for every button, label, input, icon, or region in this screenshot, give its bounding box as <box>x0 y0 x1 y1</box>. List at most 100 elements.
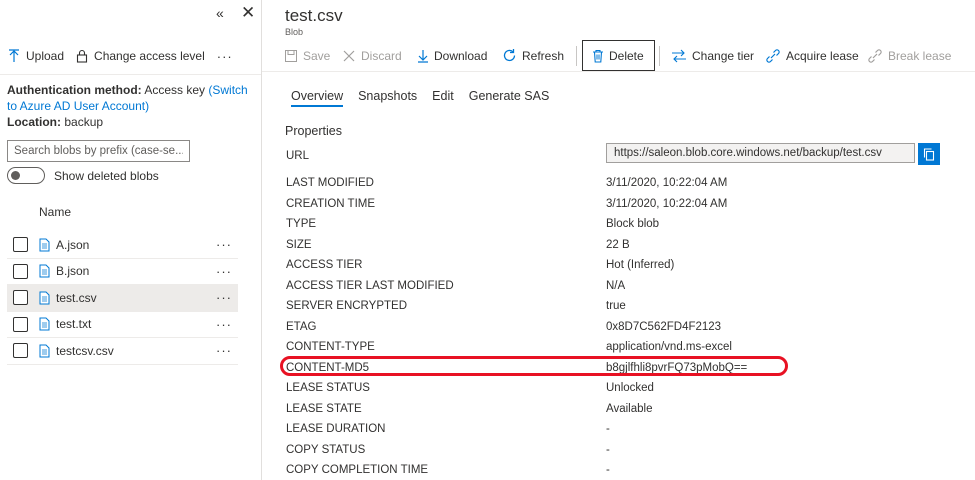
list-item[interactable]: A.json ··· <box>7 232 238 259</box>
property-row: LEASE DURATION - <box>286 420 946 441</box>
property-row: COPY STATUS - <box>286 441 946 462</box>
tab-generate-sas[interactable]: Generate SAS <box>469 89 550 107</box>
blob-tabs: Overview Snapshots Edit Generate SAS <box>291 89 564 107</box>
row-more-button[interactable]: ··· <box>216 264 232 279</box>
file-name: A.json <box>56 237 90 252</box>
property-row: ACCESS TIER LAST MODIFIED N/A <box>286 277 946 298</box>
tab-snapshots[interactable]: Snapshots <box>358 89 417 107</box>
property-value: Available <box>606 402 653 415</box>
property-value: - <box>606 423 610 435</box>
property-row: ETAG 0x8D7C562FD4F2123 <box>286 318 946 339</box>
discard-label: Discard <box>361 48 402 63</box>
save-icon <box>285 49 297 62</box>
list-item[interactable]: test.csv ··· <box>7 285 238 312</box>
property-key: ACCESS TIER LAST MODIFIED <box>286 279 454 292</box>
break-lease-button[interactable]: Break lease <box>867 40 951 71</box>
refresh-icon <box>503 49 516 62</box>
upload-button[interactable]: Upload <box>8 49 64 63</box>
save-label: Save <box>303 48 331 63</box>
download-icon <box>418 49 428 63</box>
blob-list: Name A.json ··· B.json ··· test.csv ··· … <box>7 205 238 365</box>
property-value: - <box>606 464 610 476</box>
list-item[interactable]: B.json ··· <box>7 259 238 285</box>
property-row-content-md5: CONTENT-MD5 b8gjlfhli8pvrFQ73pMobQ== <box>286 359 946 380</box>
row-checkbox[interactable] <box>13 290 28 306</box>
save-button[interactable]: Save <box>284 40 330 71</box>
property-row: SIZE 22 B <box>286 236 946 257</box>
divider <box>0 74 261 75</box>
change-access-level-label: Change access level <box>94 49 205 63</box>
search-blobs-input[interactable] <box>7 140 190 162</box>
file-icon <box>39 291 50 305</box>
properties-heading: Properties <box>285 124 342 138</box>
download-label: Download <box>434 48 488 63</box>
list-item[interactable]: test.txt ··· <box>7 312 238 338</box>
property-key: CONTENT-MD5 <box>286 361 370 374</box>
property-key: LEASE DURATION <box>286 423 386 435</box>
discard-button[interactable]: Discard <box>342 40 402 71</box>
acquire-lease-button[interactable]: Acquire lease <box>765 40 859 71</box>
delete-button[interactable]: Delete <box>582 40 655 71</box>
row-checkbox[interactable] <box>13 343 28 359</box>
property-row-url: URL https://saleon.blob.core.windows.net… <box>286 143 946 174</box>
file-icon <box>39 317 50 331</box>
property-key: LEASE STATE <box>286 402 362 415</box>
row-checkbox[interactable] <box>13 237 28 253</box>
blob-toolbar: Save Discard Download Refresh Delete Cha… <box>262 40 975 72</box>
copy-to-clipboard-button[interactable] <box>918 143 940 165</box>
list-item[interactable]: testcsv.csv ··· <box>7 338 238 365</box>
property-key: CREATION TIME <box>286 197 376 210</box>
download-button[interactable]: Download <box>417 40 487 71</box>
property-value: Unlocked <box>606 382 654 394</box>
upload-label: Upload <box>26 49 65 63</box>
tab-overview[interactable]: Overview <box>291 89 344 107</box>
property-value: Block blob <box>606 218 660 230</box>
show-deleted-label: Show deleted blobs <box>54 169 159 183</box>
acquire-lease-label: Acquire lease <box>786 48 859 63</box>
lease-link-icon <box>766 48 780 63</box>
property-key: SERVER ENCRYPTED <box>286 300 407 312</box>
page-subtitle: Blob <box>285 27 304 37</box>
trash-icon <box>593 49 603 63</box>
change-access-level-button[interactable]: Change access level <box>76 49 205 63</box>
location-label: Location: <box>7 115 61 129</box>
change-tier-button[interactable]: Change tier <box>671 40 754 71</box>
property-value: N/A <box>606 279 626 292</box>
property-value: b8gjlfhli8pvrFQ73pMobQ== <box>606 361 748 374</box>
property-key: TYPE <box>286 218 317 230</box>
show-deleted-toggle[interactable] <box>7 167 45 184</box>
refresh-button[interactable]: Refresh <box>502 40 564 71</box>
property-key: URL <box>286 150 310 162</box>
file-icon <box>39 238 50 252</box>
property-value: - <box>606 443 610 456</box>
blob-list-panel: « ✕ Upload Change access level ··· Authe… <box>0 0 262 480</box>
property-row: LEASE STATUS Unlocked <box>286 379 946 400</box>
row-checkbox[interactable] <box>13 263 28 279</box>
toolbar-divider <box>659 46 660 66</box>
page-title: test.csv <box>285 6 343 25</box>
tab-edit[interactable]: Edit <box>432 89 454 107</box>
property-value: 3/11/2020, 10:22:04 AM <box>606 197 728 210</box>
url-field[interactable]: https://saleon.blob.core.windows.net/bac… <box>606 143 915 163</box>
swap-arrows-icon <box>672 49 686 62</box>
container-toolbar: Upload Change access level ··· <box>8 44 253 68</box>
property-key: SIZE <box>286 238 312 251</box>
property-value: 0x8D7C562FD4F2123 <box>606 320 722 333</box>
location-value: backup <box>64 115 104 129</box>
break-link-icon <box>868 48 882 63</box>
close-icon[interactable]: ✕ <box>241 4 255 22</box>
property-value: Hot (Inferred) <box>606 259 675 271</box>
name-column-header[interactable]: Name <box>7 205 238 223</box>
row-more-button[interactable]: ··· <box>216 343 232 358</box>
more-options-button[interactable]: ··· <box>217 49 233 64</box>
toolbar-divider <box>576 46 577 66</box>
file-name: B.json <box>56 264 90 279</box>
property-key: COPY COMPLETION TIME <box>286 464 429 476</box>
property-row: ACCESS TIER Hot (Inferred) <box>286 256 946 277</box>
row-more-button[interactable]: ··· <box>216 290 232 305</box>
collapse-panel-icon[interactable]: « <box>216 4 224 22</box>
row-more-button[interactable]: ··· <box>216 317 232 332</box>
property-row: CREATION TIME 3/11/2020, 10:22:04 AM <box>286 195 946 216</box>
row-checkbox[interactable] <box>13 316 28 332</box>
row-more-button[interactable]: ··· <box>216 237 232 252</box>
